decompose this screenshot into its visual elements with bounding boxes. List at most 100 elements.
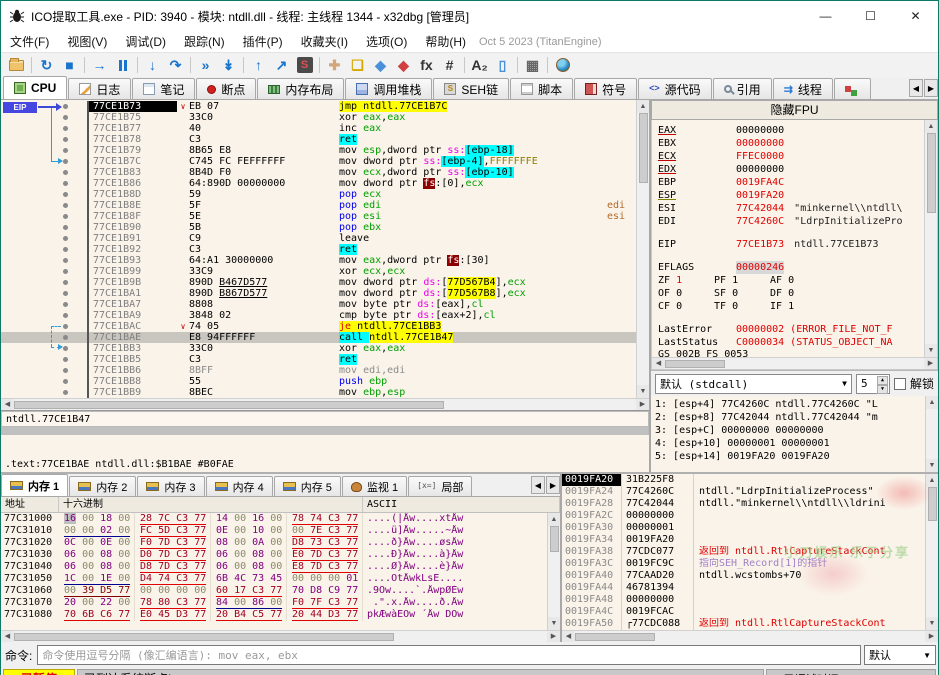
argument-count-stepper[interactable]: 5 ▲ ▼ (855, 373, 890, 394)
breakpoint-dot[interactable] (63, 379, 68, 384)
hash-button[interactable]: # (438, 54, 461, 76)
scroll-thumb[interactable] (638, 113, 648, 183)
register-row[interactable]: LastStatus C0000034 (STATUS_OBJECT_NA (658, 336, 924, 349)
tabs-scroll-left-icon[interactable]: ◀ (909, 79, 923, 97)
argument-row[interactable]: 2: [esp+8] 77C42044 ntdll.77C42044 "m (655, 411, 925, 424)
register-row[interactable]: EIP 77CE1B73 ntdll.77CE1B73 (658, 238, 924, 251)
unlock-checkbox[interactable] (893, 377, 906, 390)
tab-内存 4[interactable]: 内存 4 (205, 476, 273, 496)
comment-button[interactable]: ❏ (346, 54, 369, 76)
breakpoint-dot[interactable] (63, 170, 68, 175)
disasm-row[interactable]: 77CE1B77 40 inc eax (1, 123, 636, 134)
scroll-right-arrow[interactable]: ▶ (924, 358, 937, 369)
scroll-up-arrow[interactable]: ▲ (925, 120, 937, 133)
calling-convention-select[interactable]: 默认 (stdcall) ▼ (655, 373, 852, 394)
scroll-thumb[interactable] (927, 487, 937, 521)
scroll-right-arrow[interactable]: ▶ (636, 399, 649, 410)
stop-button[interactable]: ■ (58, 54, 81, 76)
register-row[interactable]: ESP 0019FA20 (658, 189, 924, 202)
scroll-thumb[interactable] (14, 632, 394, 641)
dump-tabs-scroll-left-icon[interactable]: ◀ (531, 476, 545, 494)
breakpoint-dot[interactable] (63, 313, 68, 318)
disassembly-vertical-scrollbar[interactable]: ▲ ▼ (636, 100, 649, 398)
execute-till-return-button[interactable]: ↑ (247, 54, 270, 76)
step-into-button[interactable]: ↓ (141, 54, 164, 76)
scroll-left-arrow[interactable]: ◀ (562, 631, 575, 642)
tab-断点[interactable]: 断点 (196, 78, 257, 99)
breakpoint-dot[interactable] (63, 137, 68, 142)
stack-row[interactable]: 0019FA20 31B225F8 (562, 474, 925, 486)
tab-笔记[interactable]: 笔记 (132, 78, 196, 99)
scroll-up-arrow[interactable]: ▲ (926, 396, 938, 409)
register-row[interactable]: EFLAGS 00000246 (658, 261, 924, 274)
dump-row[interactable]: 77C31030 06 00 08 00 D0 7D C3 77 06 00 08 0… (1, 549, 547, 561)
flags-row[interactable]: CF 0 TF 0 IF 1 (658, 300, 924, 313)
disasm-row[interactable]: 77CE1BA9 3848 02 cmp byte ptr ds:[eax+2],c… (1, 310, 636, 321)
disassembly-horizontal-scrollbar[interactable]: ◀ ▶ (1, 398, 649, 410)
breakpoint-dot[interactable] (63, 181, 68, 186)
menu-item[interactable]: 收藏夹(I) (292, 31, 357, 52)
tab-局部[interactable]: [x=] 局部 (408, 476, 473, 496)
registers-vertical-scrollbar[interactable]: ▲ ▼ (924, 120, 937, 357)
breakpoint-dot[interactable] (63, 258, 68, 263)
disasm-row[interactable]: 77CE1B8D 59 pop ecx (1, 189, 636, 200)
breakpoint-dot[interactable] (63, 291, 68, 296)
segment-registers-row[interactable]: GS 002B FS 0053 (658, 349, 924, 357)
breakpoint-dot[interactable] (63, 324, 68, 329)
tab-内存 1[interactable]: 内存 1 (1, 474, 69, 496)
command-profile-select[interactable]: 默认 ▼ (864, 645, 936, 665)
menu-item[interactable]: 视图(V) (58, 31, 116, 52)
dump-tabs-scroll-right-icon[interactable]: ▶ (546, 476, 560, 494)
breakpoint-dot[interactable] (63, 302, 68, 307)
tab-源代码[interactable]: <> 源代码 (638, 78, 712, 99)
run-to-cursor-button[interactable]: » (194, 54, 217, 76)
dump-vertical-scrollbar[interactable]: ▲ ▼ (547, 513, 560, 630)
scroll-thumb[interactable] (549, 526, 559, 552)
tab-日志[interactable]: 日志 (68, 78, 132, 99)
scroll-up-arrow[interactable]: ▲ (926, 474, 938, 487)
scroll-down-arrow[interactable]: ▼ (925, 344, 937, 357)
dump-row[interactable]: 77C31020 0C 00 0E 00 F0 7D C3 77 08 00 0A 0… (1, 537, 547, 549)
patch-button[interactable]: ✚ (323, 54, 346, 76)
stack-row[interactable]: 0019FA50 ┌77CDC088 返回到 ntdll.RtlCaptureSta… (562, 618, 925, 630)
stack-row[interactable]: 0019FA40 77CAAD20 ntdll.wcstombs+70 (562, 570, 925, 582)
breakpoint-dot[interactable] (63, 236, 68, 241)
disasm-row[interactable]: 77CE1B79 8B65 E8 mov esp,dword ptr ss:[ebp… (1, 145, 636, 156)
step-out-button[interactable]: ↡ (217, 54, 240, 76)
scroll-up-arrow[interactable]: ▲ (637, 100, 649, 113)
menu-item[interactable]: 插件(P) (234, 31, 292, 52)
stack-row[interactable]: 0019FA28 77C42044 ntdll."minkernel\\ntdll\… (562, 498, 925, 510)
scroll-left-arrow[interactable]: ◀ (652, 358, 665, 369)
disasm-row[interactable]: 77CE1BAC ∨ 74 05 je ntdll.77CE1BB3 (1, 321, 636, 332)
disasm-row[interactable]: 77CE1BB3 33C0 xor eax,eax (1, 343, 636, 354)
breakpoint-dot[interactable] (63, 214, 68, 219)
dump-horizontal-scrollbar[interactable]: ◀ ▶ (1, 630, 560, 642)
argument-row[interactable]: 4: [esp+10] 00000001 00000001 (655, 437, 925, 450)
argument-row[interactable]: 1: [esp+4] 77C4260C ntdll.77C4260C "L (655, 398, 925, 411)
registers-horizontal-scrollbar[interactable]: ◀ ▶ (652, 357, 937, 369)
disasm-row[interactable]: 77CE1B92 C3 ret (1, 244, 636, 255)
stack-row[interactable]: 0019FA44 46781394 (562, 582, 925, 594)
minimize-button[interactable]: — (803, 1, 848, 31)
menu-item[interactable]: 调试(D) (116, 31, 175, 52)
scroll-left-arrow[interactable]: ◀ (1, 399, 14, 410)
register-row[interactable]: EBX 00000000 (658, 137, 924, 150)
register-row[interactable]: LastError 00000002 (ERROR_FILE_NOT_F (658, 323, 924, 336)
scroll-left-arrow[interactable]: ◀ (1, 631, 14, 642)
disasm-row[interactable]: 77CE1B73 ∨ EB 07 jmp ntdll.77CE1B7C (1, 101, 636, 112)
hide-fpu-button[interactable]: 隐藏FPU (651, 100, 938, 120)
disasm-row[interactable]: 77CE1B7C C745 FC FEFFFFFF mov dword ptr ss… (1, 156, 636, 167)
dump-row[interactable]: 77C31060 00 39 D5 77 00 00 00 00 60 17 C3 7… (1, 585, 547, 597)
run-button[interactable]: → (88, 54, 111, 76)
stack-row[interactable]: 0019FA4C 0019FCAC (562, 606, 925, 618)
tab-引用[interactable]: 引用 (712, 78, 772, 99)
disasm-row[interactable]: 77CE1BA7 8808 mov byte ptr ds:[eax],cl (1, 299, 636, 310)
disasm-row[interactable]: 77CE1BB5 C3 ret (1, 354, 636, 365)
dump-row[interactable]: 77C31040 06 00 08 00 D8 7D C3 77 06 00 08 0… (1, 561, 547, 573)
breakpoint-dot[interactable] (63, 390, 68, 395)
scroll-down-arrow[interactable]: ▼ (926, 617, 938, 630)
register-row[interactable]: ESI 77C42044 "minkernel\\ntdll\ (658, 202, 924, 215)
breakpoint-dot[interactable] (63, 335, 68, 340)
breakpoint-dot[interactable] (63, 126, 68, 131)
tab-脚本[interactable]: 脚本 (510, 78, 574, 99)
